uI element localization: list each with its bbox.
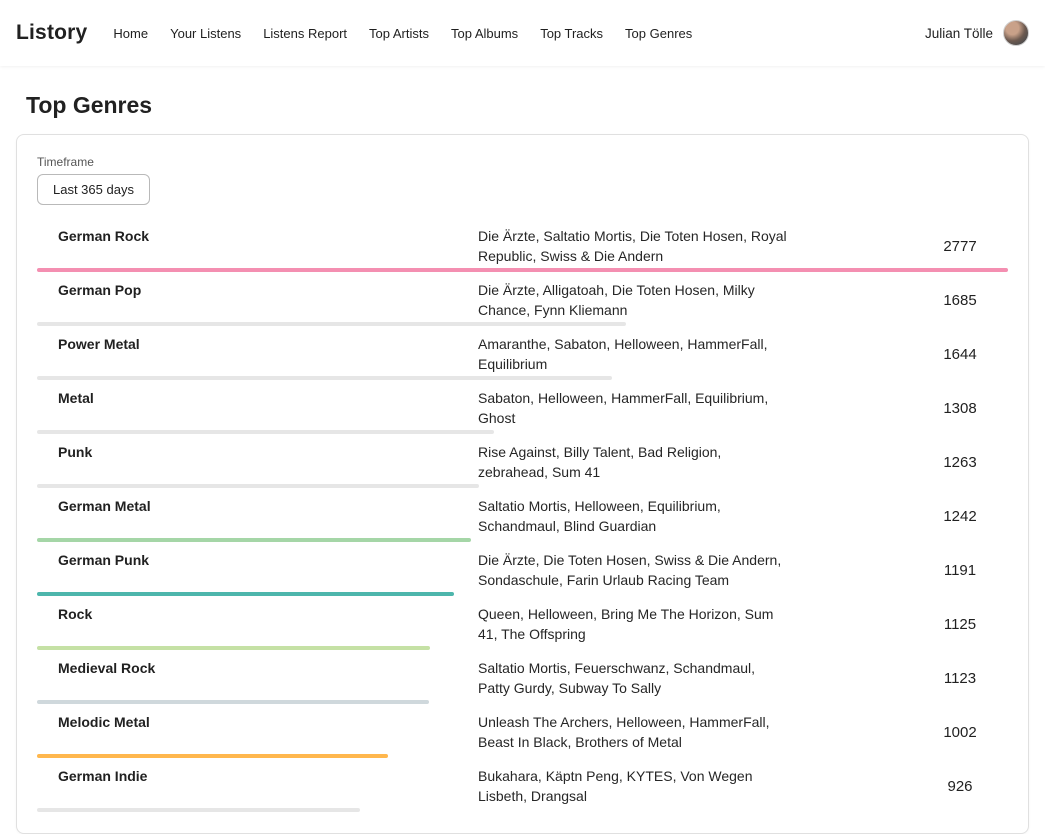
top-genres-card: Timeframe Last 365 days German Rock Die … <box>16 134 1029 834</box>
timeframe-label: Timeframe <box>37 155 1008 169</box>
genre-row: Metal Sabaton, Helloween, HammerFall, Eq… <box>37 383 1008 437</box>
genre-progress-track <box>37 322 1008 326</box>
genre-row: Power Metal Amaranthe, Sabaton, Hellowee… <box>37 329 1008 383</box>
app-logo[interactable]: Listory <box>16 21 87 45</box>
user-name: Julian Tölle <box>925 26 993 41</box>
nav-link-home[interactable]: Home <box>113 26 148 41</box>
genre-name: German Pop <box>37 280 478 300</box>
genre-name: Melodic Metal <box>37 712 478 732</box>
main-nav: Home Your Listens Listens Report Top Art… <box>113 26 714 41</box>
nav-link-top-artists[interactable]: Top Artists <box>369 26 429 41</box>
genre-count: 1242 <box>915 508 1005 525</box>
genre-name: Medieval Rock <box>37 658 478 678</box>
genre-artists: Amaranthe, Sabaton, Helloween, HammerFal… <box>478 334 788 374</box>
genre-row: Rock Queen, Helloween, Bring Me The Hori… <box>37 599 1008 653</box>
user-menu[interactable]: Julian Tölle <box>925 20 1029 46</box>
top-nav: Listory Home Your Listens Listens Report… <box>0 0 1045 66</box>
genre-name: Punk <box>37 442 478 462</box>
genre-count: 926 <box>915 778 1005 795</box>
genre-progress-track <box>37 376 1008 380</box>
genre-artists: Bukahara, Käptn Peng, KYTES, Von Wegen L… <box>478 766 788 806</box>
genre-count: 1685 <box>915 292 1005 309</box>
genre-count: 1125 <box>915 616 1005 633</box>
genre-progress-fill <box>37 592 454 596</box>
genre-progress-track <box>37 700 1008 704</box>
genre-progress-fill <box>37 808 360 812</box>
genre-progress-track <box>37 484 1008 488</box>
genre-row: Melodic Metal Unleash The Archers, Hello… <box>37 707 1008 761</box>
genre-artists: Die Ärzte, Die Toten Hosen, Swiss & Die … <box>478 550 788 590</box>
genre-name: German Rock <box>37 226 478 246</box>
timeframe-select[interactable]: Last 365 days <box>37 174 150 205</box>
genre-artists: Rise Against, Billy Talent, Bad Religion… <box>478 442 788 482</box>
genre-progress-track <box>37 646 1008 650</box>
genre-row: German Metal Saltatio Mortis, Helloween,… <box>37 491 1008 545</box>
genre-artists: Die Ärzte, Alligatoah, Die Toten Hosen, … <box>478 280 788 320</box>
genre-name: Power Metal <box>37 334 478 354</box>
genre-progress-fill <box>37 430 494 434</box>
nav-link-listens-report[interactable]: Listens Report <box>263 26 347 41</box>
genre-progress-track <box>37 808 1008 812</box>
genre-progress-track <box>37 268 1008 272</box>
genre-progress-track <box>37 754 1008 758</box>
genre-progress-fill <box>37 646 430 650</box>
genre-count: 1191 <box>915 562 1005 579</box>
nav-link-your-listens[interactable]: Your Listens <box>170 26 241 41</box>
genre-name: German Punk <box>37 550 478 570</box>
genre-count: 2777 <box>915 238 1005 255</box>
genre-count: 1308 <box>915 400 1005 417</box>
nav-link-top-genres[interactable]: Top Genres <box>625 26 692 41</box>
genre-progress-fill <box>37 322 626 326</box>
genre-progress-fill <box>37 268 1008 272</box>
genre-row: German Rock Die Ärzte, Saltatio Mortis, … <box>37 221 1008 275</box>
genre-name: Metal <box>37 388 478 408</box>
genre-count: 1123 <box>915 670 1005 687</box>
genre-row: Medieval Rock Saltatio Mortis, Feuerschw… <box>37 653 1008 707</box>
genre-artists: Unleash The Archers, Helloween, HammerFa… <box>478 712 788 752</box>
genre-progress-fill <box>37 538 471 542</box>
genre-rows: German Rock Die Ärzte, Saltatio Mortis, … <box>37 221 1008 815</box>
genre-name: Rock <box>37 604 478 624</box>
genre-progress-fill <box>37 700 429 704</box>
genre-row: German Pop Die Ärzte, Alligatoah, Die To… <box>37 275 1008 329</box>
genre-progress-track <box>37 430 1008 434</box>
genre-progress-fill <box>37 376 612 380</box>
genre-count: 1263 <box>915 454 1005 471</box>
genre-artists: Saltatio Mortis, Helloween, Equilibrium,… <box>478 496 788 536</box>
genre-progress-fill <box>37 484 479 488</box>
genre-row: German Indie Bukahara, Käptn Peng, KYTES… <box>37 761 1008 815</box>
genre-count: 1644 <box>915 346 1005 363</box>
genre-count: 1002 <box>915 724 1005 741</box>
genre-artists: Saltatio Mortis, Feuerschwanz, Schandmau… <box>478 658 788 698</box>
genre-progress-track <box>37 538 1008 542</box>
avatar[interactable] <box>1003 20 1029 46</box>
genre-artists: Queen, Helloween, Bring Me The Horizon, … <box>478 604 788 644</box>
nav-link-top-tracks[interactable]: Top Tracks <box>540 26 603 41</box>
genre-progress-track <box>37 592 1008 596</box>
nav-link-top-albums[interactable]: Top Albums <box>451 26 518 41</box>
main-content: Top Genres Timeframe Last 365 days Germa… <box>0 92 1045 834</box>
page-title: Top Genres <box>26 92 1045 119</box>
genre-row: German Punk Die Ärzte, Die Toten Hosen, … <box>37 545 1008 599</box>
genre-artists: Die Ärzte, Saltatio Mortis, Die Toten Ho… <box>478 226 788 266</box>
genre-name: German Indie <box>37 766 478 786</box>
genre-progress-fill <box>37 754 388 758</box>
genre-artists: Sabaton, Helloween, HammerFall, Equilibr… <box>478 388 788 428</box>
genre-name: German Metal <box>37 496 478 516</box>
genre-row: Punk Rise Against, Billy Talent, Bad Rel… <box>37 437 1008 491</box>
